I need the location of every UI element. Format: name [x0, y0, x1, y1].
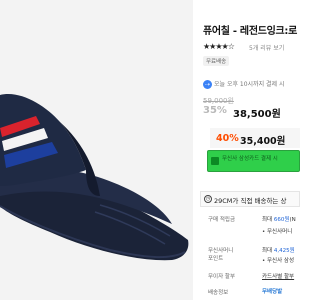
discount-rate: 35% [203, 105, 227, 116]
sandal-illustration [0, 94, 189, 261]
rating-stars: ★★★★☆ [203, 42, 235, 51]
detail-label-delivery: 배송정보 [208, 290, 229, 296]
pay-badge: 무배당발 [262, 287, 299, 296]
detail-sub-points: • 무신사머니 [262, 229, 293, 235]
promo-banner[interactable]: 무신사 삼성카드 결제 시 [207, 150, 300, 172]
detail-value-money: 최대 4,425원 [262, 246, 295, 254]
coupon-price: 35,400원 [240, 136, 286, 147]
shipping-note: 29CM가 직접 배송하는 상 [214, 197, 287, 205]
card-icon [211, 157, 219, 165]
truck-icon: ⇢ [203, 80, 212, 89]
promo-banner-text: 무신사 삼성카드 결제 시 [222, 156, 278, 162]
detail-label-money: 무신사머니 [208, 248, 234, 254]
points-prefix: 최대 [262, 217, 274, 223]
product-image[interactable] [0, 0, 193, 300]
delivery-note: ⇢ 오늘 오후 10시까지 결제 시 [203, 79, 284, 89]
points-amount: 660원 [273, 217, 290, 223]
detail-label-points: 구매 적립금 [208, 217, 236, 223]
coupon-discount-rate: 40% [216, 133, 239, 144]
review-link[interactable]: 5개 리뷰 보기 [249, 43, 284, 52]
points-suffix: (N [289, 217, 296, 223]
free-shipping-badge: 무료배송 [203, 56, 230, 66]
delivery-note-text: 오늘 오후 10시까지 결제 시 [214, 81, 285, 88]
installment-link[interactable]: 카드사별 할부 [262, 272, 294, 280]
clock-icon: ◷ [204, 195, 212, 203]
detail-sub-money: • 무신사 삼성 [262, 258, 295, 264]
money-amount: 4,425원 [273, 248, 295, 254]
detail-label-money-2: 포인트 [208, 256, 224, 262]
pay-badge-text: 무배당발 [262, 289, 283, 295]
sale-price: 38,500원 [233, 109, 281, 120]
detail-label-installment: 무이자 할부 [208, 274, 236, 280]
money-prefix: 최대 [262, 248, 274, 254]
product-title: 퓨어칠 - 레전드잉크:로 [203, 26, 298, 37]
detail-value-points: 최대 660원(N [262, 215, 296, 223]
